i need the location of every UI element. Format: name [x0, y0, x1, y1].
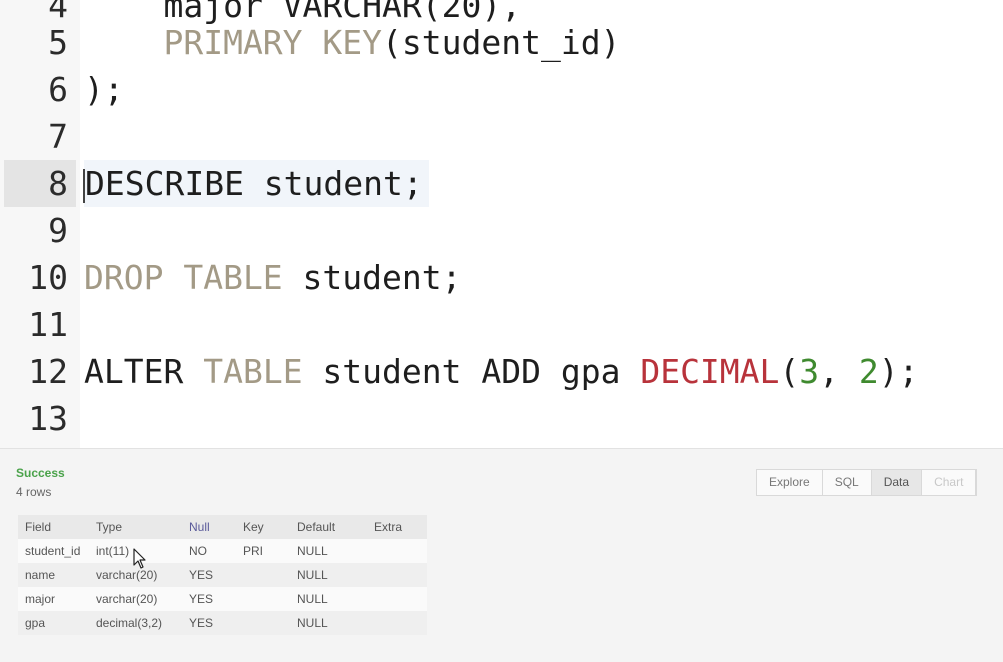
table-cell: varchar(20) — [96, 592, 158, 606]
table-cell: YES — [189, 592, 214, 606]
tab-chart[interactable]: Chart — [922, 470, 977, 495]
code-line-11[interactable]: 11 — [0, 301, 1003, 348]
code-line-5[interactable]: 5 PRIMARY KEY(student_id) — [0, 19, 1003, 66]
table-cell — [236, 587, 290, 611]
table-row[interactable]: major varchar(20) YES NULL — [18, 587, 427, 611]
code-text: DESCRIBE student; — [83, 160, 429, 207]
query-result-panel: Success 4 rows Explore SQL Data Chart Fi… — [0, 448, 1003, 662]
code-line-13[interactable]: 13 — [0, 395, 1003, 442]
table-row[interactable]: student_id int(11) NO PRI NULL — [18, 539, 427, 563]
code-line-7[interactable]: 7 — [0, 113, 1003, 160]
type-decimal: DECIMAL — [640, 352, 780, 391]
table-cell: NULL — [297, 544, 328, 558]
code-text: ALTER TABLE student ADD gpa DECIMAL(3, 2… — [84, 352, 919, 391]
keyword-drop-table: DROP TABLE — [84, 258, 283, 297]
table-cell: PRI — [243, 544, 264, 558]
line-number: 13 — [28, 399, 68, 438]
table-cell — [236, 611, 290, 635]
line-number: 10 — [28, 258, 68, 297]
result-table: Field Type Null Key Default Extra studen… — [18, 515, 427, 635]
line-number: 8 — [4, 160, 76, 207]
table-cell: gpa — [25, 616, 46, 630]
keyword-primary-key: PRIMARY KEY — [84, 23, 383, 62]
table-row[interactable]: gpa decimal(3,2) YES NULL — [18, 611, 427, 635]
keyword-table: TABLE — [203, 352, 303, 391]
table-cell: YES — [189, 568, 214, 582]
code-line-6[interactable]: 6 ); — [0, 66, 1003, 113]
table-cell — [367, 563, 427, 587]
status-label: Success — [16, 466, 65, 480]
table-cell: NULL — [297, 616, 328, 630]
table-cell: YES — [189, 616, 214, 630]
result-view-tabs: Explore SQL Data Chart — [756, 469, 978, 496]
code-text: ); — [84, 70, 124, 109]
code-line-8[interactable]: 8 DESCRIBE student; — [0, 160, 1003, 207]
table-cell: major — [25, 592, 56, 606]
code-text: DROP TABLE student; — [84, 258, 462, 297]
table-cell: NULL — [297, 592, 328, 606]
code-line-12[interactable]: 12 ALTER TABLE student ADD gpa DECIMAL(3… — [0, 348, 1003, 395]
line-number: 6 — [48, 70, 68, 109]
table-cell — [236, 563, 290, 587]
column-header-null[interactable]: Null — [182, 515, 236, 539]
line-number: 5 — [48, 23, 68, 62]
table-cell: NO — [189, 544, 207, 558]
table-cell — [367, 611, 427, 635]
table-cell: student_id — [25, 544, 81, 558]
mouse-pointer-icon — [133, 548, 146, 569]
tab-explore[interactable]: Explore — [757, 470, 823, 495]
table-header-row: Field Type Null Key Default Extra — [18, 515, 427, 539]
table-cell: name — [25, 568, 56, 582]
code-line-9[interactable]: 9 — [0, 207, 1003, 254]
code-editor[interactable]: 4 major VARCHAR(20), 5 PRIMARY KEY(stude… — [0, 0, 1003, 448]
line-number: 11 — [28, 305, 68, 344]
tab-sql[interactable]: SQL — [823, 470, 872, 495]
tab-data[interactable]: Data — [871, 470, 923, 495]
table-row[interactable]: name varchar(20) YES NULL — [18, 563, 427, 587]
table-cell — [367, 587, 427, 611]
line-number: 12 — [28, 352, 68, 391]
table-cell: decimal(3,2) — [96, 616, 163, 630]
line-number: 7 — [48, 117, 68, 156]
column-header-default[interactable]: Default — [290, 515, 367, 539]
code-line-10[interactable]: 10 DROP TABLE student; — [0, 254, 1003, 301]
code-text: PRIMARY KEY(student_id) — [84, 23, 621, 62]
column-header-type[interactable]: Type — [89, 515, 182, 539]
row-count-label: 4 rows — [16, 485, 52, 499]
column-header-extra[interactable]: Extra — [367, 515, 427, 539]
column-header-key[interactable]: Key — [236, 515, 290, 539]
line-number: 9 — [48, 211, 68, 250]
column-header-field[interactable]: Field — [18, 515, 89, 539]
table-cell — [367, 539, 427, 563]
table-cell: NULL — [297, 568, 328, 582]
number-literal: 2 — [858, 352, 879, 391]
number-literal: 3 — [799, 352, 820, 391]
